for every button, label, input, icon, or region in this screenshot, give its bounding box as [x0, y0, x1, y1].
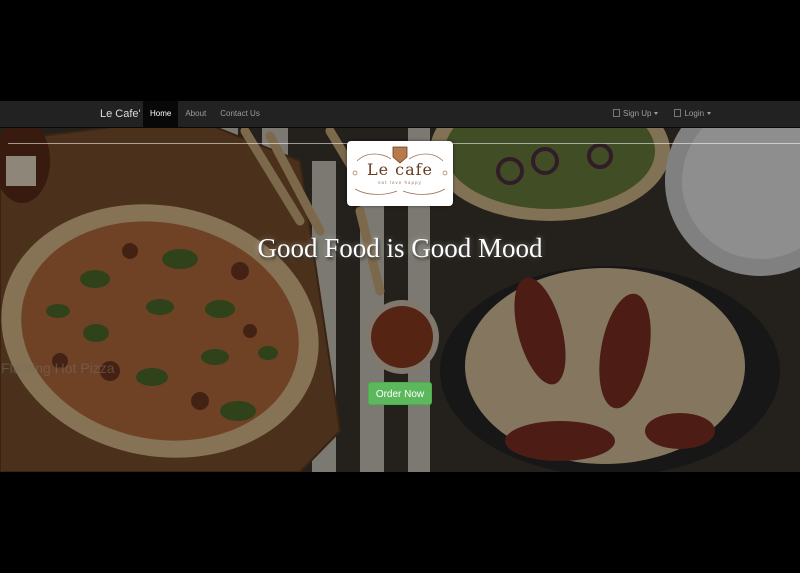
navbar: Le Cafe' Home About Contact Us Sign Up L… — [0, 101, 800, 128]
sign-up-dropdown[interactable]: Sign Up — [605, 101, 666, 127]
nav-link-home[interactable]: Home — [143, 101, 179, 127]
hero-headline: Good Food is Good Mood — [257, 233, 543, 263]
order-now-button[interactable]: Order Now — [368, 382, 432, 405]
sign-up-label: Sign Up — [623, 109, 652, 118]
login-dropdown[interactable]: Login — [666, 101, 719, 127]
caret-down-icon — [707, 112, 712, 115]
cafe-logo: Le cafe eat love happy — [347, 141, 453, 206]
nav-links: Home About Contact Us — [143, 101, 267, 127]
hero-ghost-text: Flaming Hot Pizza — [1, 360, 115, 376]
login-icon — [674, 109, 682, 117]
nav-link-about[interactable]: About — [178, 101, 213, 127]
logo-tagline: eat love happy — [378, 180, 422, 185]
hero-section: Le Cafe' Home About Contact Us Sign Up L… — [0, 101, 800, 472]
navbar-brand[interactable]: Le Cafe' — [100, 101, 141, 127]
nav-link-contact[interactable]: Contact Us — [213, 101, 267, 127]
nav-right: Sign Up Login — [605, 101, 719, 127]
caret-down-icon — [654, 112, 659, 115]
logo-name: Le cafe — [366, 160, 434, 179]
user-icon — [613, 109, 620, 117]
login-label: Login — [684, 109, 705, 118]
